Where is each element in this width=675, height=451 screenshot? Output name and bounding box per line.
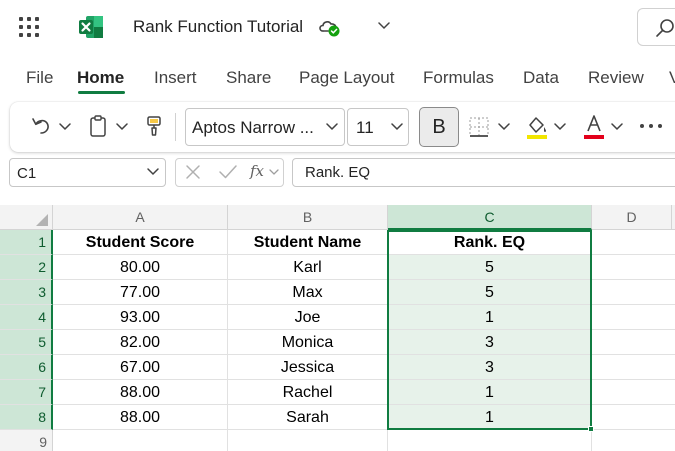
clipboard-icon[interactable] (88, 114, 108, 138)
column-header-d[interactable]: D (592, 205, 672, 230)
font-name-value: Aptos Narrow ... (192, 118, 314, 137)
row-header-7[interactable]: 7 (0, 380, 53, 405)
fill-chevron-down-icon[interactable] (553, 121, 567, 133)
fx-chevron-down-icon[interactable] (268, 167, 280, 177)
cell-d9[interactable] (592, 430, 675, 451)
chevron-down-icon[interactable] (377, 18, 391, 32)
cell-b1[interactable]: Student Name (228, 230, 388, 255)
cell-a3[interactable]: 77.00 (53, 280, 228, 305)
tab-share[interactable]: Share (226, 68, 271, 88)
select-all-button[interactable] (0, 205, 53, 230)
cell-b7[interactable]: Rachel (228, 380, 388, 405)
font-color-chevron-down-icon[interactable] (610, 121, 624, 133)
excel-logo-icon (79, 16, 103, 38)
row-header-6[interactable]: 6 (0, 355, 53, 380)
cell-c8[interactable]: 1 (388, 405, 592, 430)
cell-b3[interactable]: Max (228, 280, 388, 305)
row-header-2[interactable]: 2 (0, 255, 53, 280)
cell-c1[interactable]: Rank. EQ (388, 230, 592, 255)
column-header-a[interactable]: A (53, 205, 228, 230)
cell-d4[interactable] (592, 305, 675, 330)
font-color-icon[interactable] (582, 113, 606, 141)
enter-check-icon[interactable] (218, 163, 238, 181)
cell-a1[interactable]: Student Score (53, 230, 228, 255)
font-size-value: 11 (356, 118, 374, 137)
name-box-value: C1 (17, 165, 37, 182)
cell-a5[interactable]: 82.00 (53, 330, 228, 355)
cell-c7[interactable]: 1 (388, 380, 592, 405)
tab-data[interactable]: Data (523, 68, 559, 88)
cloud-saved-icon[interactable] (316, 16, 342, 38)
row-header-8[interactable]: 8 (0, 405, 53, 430)
row-header-3[interactable]: 3 (0, 280, 53, 305)
borders-chevron-down-icon[interactable] (497, 121, 511, 133)
row-header-4[interactable]: 4 (0, 305, 53, 330)
tab-insert[interactable]: Insert (154, 68, 197, 88)
font-chevron-down-icon[interactable] (325, 121, 339, 133)
cell-d2[interactable] (592, 255, 675, 280)
undo-chevron-down-icon[interactable] (58, 121, 72, 133)
cell-d1[interactable] (592, 230, 675, 255)
column-header-c[interactable]: C (388, 205, 592, 230)
cell-c2[interactable]: 5 (388, 255, 592, 280)
paste-chevron-down-icon[interactable] (115, 121, 129, 133)
cell-a9[interactable] (53, 430, 228, 451)
cell-b4[interactable]: Joe (228, 305, 388, 330)
title-bar: Rank Function Tutorial (0, 0, 675, 56)
name-box-chevron-down-icon[interactable] (146, 166, 160, 178)
cell-a6[interactable]: 67.00 (53, 355, 228, 380)
cell-c5[interactable]: 3 (388, 330, 592, 355)
cell-d6[interactable] (592, 355, 675, 380)
row-header-9[interactable]: 9 (0, 430, 53, 451)
tab-page-layout[interactable]: Page Layout (299, 68, 394, 88)
formula-value: Rank. EQ (305, 164, 371, 181)
cancel-icon[interactable] (184, 163, 202, 181)
search-icon[interactable] (655, 18, 675, 38)
size-chevron-down-icon[interactable] (390, 121, 404, 133)
format-painter-icon[interactable] (144, 114, 164, 138)
cell-b2[interactable]: Karl (228, 255, 388, 280)
cell-c6[interactable]: 3 (388, 355, 592, 380)
cell-b5[interactable]: Monica (228, 330, 388, 355)
cell-b6[interactable]: Jessica (228, 355, 388, 380)
cell-c3[interactable]: 5 (388, 280, 592, 305)
row-header-1[interactable]: 1 (0, 230, 53, 255)
fill-handle[interactable] (588, 426, 594, 432)
borders-icon[interactable] (468, 116, 490, 138)
cell-d5[interactable] (592, 330, 675, 355)
cell-c9[interactable] (388, 430, 592, 451)
cell-b8[interactable]: Sarah (228, 405, 388, 430)
undo-icon[interactable] (30, 115, 52, 137)
ribbon-separator (175, 113, 176, 141)
fill-color-icon[interactable] (525, 113, 549, 141)
column-header-b[interactable]: B (228, 205, 388, 230)
active-tab-indicator (78, 91, 125, 94)
tab-view[interactable]: V (669, 68, 675, 88)
cell-b9[interactable] (228, 430, 388, 451)
cell-a7[interactable]: 88.00 (53, 380, 228, 405)
cell-a4[interactable]: 93.00 (53, 305, 228, 330)
cell-c4[interactable]: 1 (388, 305, 592, 330)
cell-d8[interactable] (592, 405, 675, 430)
more-options-icon[interactable] (638, 121, 664, 131)
tab-formulas[interactable]: Formulas (423, 68, 494, 88)
cell-a2[interactable]: 80.00 (53, 255, 228, 280)
select-all-triangle-icon (36, 214, 48, 226)
cell-d7[interactable] (592, 380, 675, 405)
tab-review[interactable]: Review (588, 68, 644, 88)
tab-file[interactable]: File (26, 68, 53, 88)
insert-function-icon[interactable]: fx (250, 162, 264, 180)
cell-d3[interactable] (592, 280, 675, 305)
tab-home[interactable]: Home (77, 68, 124, 88)
bold-button[interactable]: B (419, 107, 459, 147)
menu-bar: File Home Insert Share Page Layout Formu… (0, 56, 675, 96)
cell-a8[interactable]: 88.00 (53, 405, 228, 430)
row-header-5[interactable]: 5 (0, 330, 53, 355)
app-launcher-icon[interactable] (19, 17, 39, 37)
document-title[interactable]: Rank Function Tutorial (133, 17, 303, 37)
